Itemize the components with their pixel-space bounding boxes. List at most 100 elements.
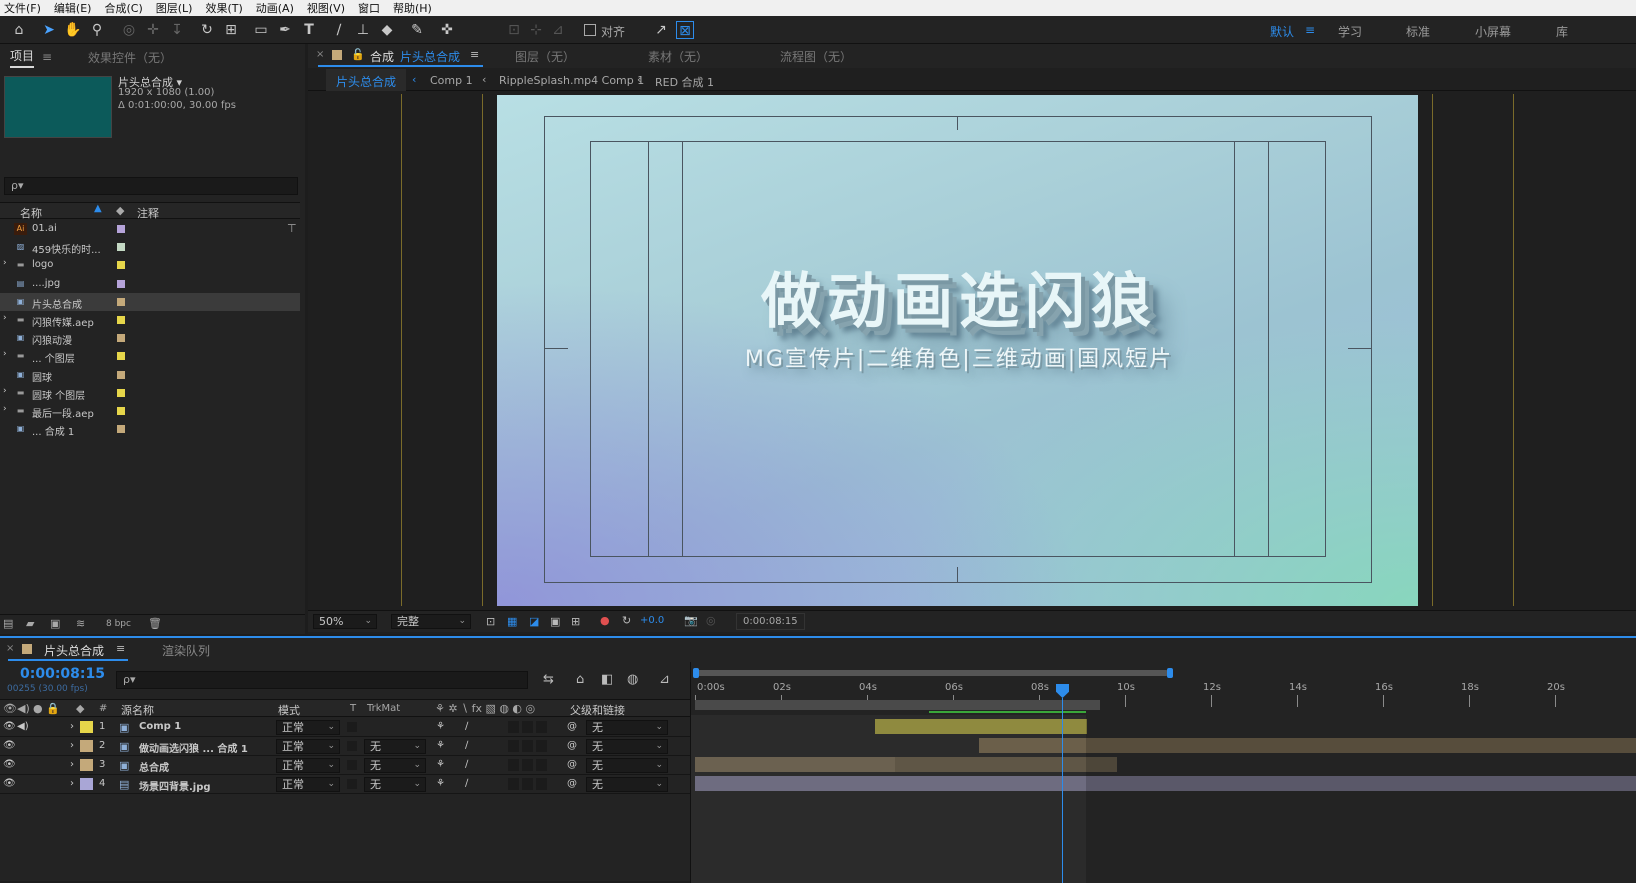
trash-icon[interactable]: 🗑	[148, 617, 162, 630]
project-item[interactable]: ▨ 459快乐的时...	[0, 238, 300, 256]
col-parent[interactable]: 父级和链接	[570, 702, 625, 718]
project-item[interactable]: ▣ 圆球	[0, 366, 300, 384]
menu-item-3[interactable]: 图层(L)	[156, 0, 193, 16]
layer-switch-box[interactable]	[536, 759, 547, 771]
preserve-transparency-checkbox[interactable]	[347, 722, 357, 732]
tab-footage[interactable]: 素材（无）	[648, 48, 708, 65]
navigator-start-handle[interactable]	[693, 668, 699, 678]
label-color-swatch[interactable]	[117, 297, 125, 306]
label-color-swatch[interactable]	[117, 334, 125, 343]
view-axis-icon[interactable]: ⊿	[549, 21, 567, 39]
col-trkmat[interactable]: TrkMat	[367, 703, 400, 714]
menu-item-2[interactable]: 合成(C)	[104, 0, 142, 16]
workspace-small-screen[interactable]: 小屏幕	[1475, 23, 1511, 40]
layer-source-name[interactable]: 总合成	[139, 759, 169, 774]
tab-project[interactable]: 项目 ≡	[10, 46, 52, 68]
composition-viewer[interactable]: 做动画选闪狼 MG宣传片|二维角色|三维动画|国风短片	[497, 95, 1418, 606]
project-item[interactable]: ▣ ... 合成 1	[0, 420, 300, 438]
rotate-tool-icon[interactable]: ↻	[198, 21, 216, 39]
project-search-input[interactable]: ρ▾	[4, 177, 298, 195]
label-color-swatch[interactable]	[117, 352, 125, 361]
label-color-swatch[interactable]	[80, 740, 93, 752]
parent-dropdown[interactable]: 无 ⌄	[586, 758, 668, 773]
layer-bar-1[interactable]	[875, 719, 1087, 734]
exposure-value[interactable]: +0.0	[640, 615, 664, 626]
breadcrumb-active[interactable]: 片头总合成	[326, 69, 407, 91]
expand-chevron-icon[interactable]: ›	[3, 404, 7, 414]
zoom-tool-icon[interactable]: ⚲	[88, 21, 106, 39]
breadcrumb-item-1[interactable]: Comp 1	[430, 74, 473, 87]
workspace-learn[interactable]: 学习	[1338, 23, 1362, 40]
layer-row[interactable]: 👁 › 2 ▣ 做动画选闪狼 ... 合成 1 正常 ⌄ 无 ⌄ ⚘ ∕ @ 无 ⌄	[0, 737, 720, 756]
col-comment[interactable]: 注释	[137, 205, 159, 221]
frame-blending-icon[interactable]: ◍	[627, 672, 638, 687]
preserve-transparency-checkbox[interactable]	[347, 741, 357, 751]
quality-switch-icon[interactable]: ∕	[465, 778, 468, 789]
layer-mode-dropdown[interactable]: 正常 ⌄	[276, 720, 340, 735]
show-snapshot-icon[interactable]: ◎	[706, 614, 716, 627]
mask-visibility-icon[interactable]: ◪	[529, 615, 539, 628]
menu-item-8[interactable]: 帮助(H)	[393, 0, 432, 16]
layer-switch-box[interactable]	[536, 778, 547, 790]
local-axis-icon[interactable]: ⊡	[505, 21, 523, 39]
playhead-line[interactable]	[1062, 698, 1063, 883]
parent-pickwhip-icon[interactable]: @	[567, 721, 577, 732]
tab-comp-prefix[interactable]: 合成	[370, 48, 394, 65]
breadcrumb-item-3[interactable]: RED 合成 1	[655, 74, 714, 90]
snapshot-icon[interactable]: 📷	[684, 614, 698, 627]
close-tab-icon[interactable]: ×	[6, 643, 14, 654]
timeline-menu-icon[interactable]: ≡	[116, 642, 125, 655]
expand-chevron-icon[interactable]: ›	[3, 258, 7, 268]
shy-switch-icon[interactable]: ⚘	[436, 721, 445, 732]
layer-switch-box[interactable]	[522, 778, 533, 790]
layer-source-name[interactable]: 场景四背景.jpg	[139, 778, 211, 793]
video-toggle-icon[interactable]: 👁	[3, 721, 16, 732]
shy-switch-icon[interactable]: ⚘	[436, 740, 445, 751]
region-of-interest-icon[interactable]: ▣	[550, 615, 560, 628]
layer-switch-box[interactable]	[508, 778, 519, 790]
layer-switch-box[interactable]	[536, 721, 547, 733]
work-area-bar[interactable]	[695, 700, 1100, 710]
dolly-camera-icon[interactable]: ↧	[168, 21, 186, 39]
comp-mini-flowchart-icon[interactable]: ⇆	[543, 672, 554, 687]
zoom-dropdown[interactable]: 50% ⌄	[313, 614, 377, 629]
trkmat-dropdown[interactable]: 无 ⌄	[364, 758, 426, 773]
expand-chevron-icon[interactable]: ›	[3, 349, 7, 359]
layer-switch-box[interactable]	[508, 721, 519, 733]
project-item[interactable]: › ▬ 最后一段.aep	[0, 402, 300, 420]
expand-chevron-icon[interactable]: ›	[70, 740, 74, 751]
draft-3d-icon[interactable]: ⌂	[576, 672, 584, 687]
layer-source-name[interactable]: 做动画选闪狼 ... 合成 1	[139, 740, 248, 755]
layer-switch-box[interactable]	[508, 740, 519, 752]
color-channels-icon[interactable]: ●	[600, 614, 610, 627]
video-toggle-icon[interactable]: 👁	[3, 740, 16, 751]
project-item[interactable]: ▣ 闪狼动漫	[0, 329, 300, 347]
parent-pickwhip-icon[interactable]: @	[567, 759, 577, 770]
timeline-search-input[interactable]: ρ▾	[116, 671, 528, 689]
tab-timeline-comp[interactable]: 片头总合成	[44, 642, 104, 659]
lock-icon[interactable]: 🔓	[351, 48, 365, 61]
menu-item-1[interactable]: 编辑(E)	[54, 0, 92, 16]
shy-switch-icon[interactable]: ⚘	[436, 778, 445, 789]
new-composition-icon[interactable]: ▣	[50, 617, 60, 630]
layer-source-name[interactable]: Comp 1	[139, 721, 181, 732]
trkmat-dropdown[interactable]: 无 ⌄	[364, 739, 426, 754]
preserve-transparency-checkbox[interactable]	[347, 779, 357, 789]
label-tag-icon[interactable]: ◆	[116, 204, 124, 217]
interpret-footage-icon[interactable]: ▤	[3, 617, 13, 630]
layer-row[interactable]: 👁 › 3 ▣ 总合成 正常 ⌄ 无 ⌄ ⚘ ∕ @ 无 ⌄	[0, 756, 720, 775]
graph-editor-icon[interactable]: ⊿	[659, 672, 670, 687]
type-tool-icon[interactable]: T	[300, 21, 318, 39]
snap-icon[interactable]: ↗	[652, 21, 670, 39]
layer-switch-box[interactable]	[522, 740, 533, 752]
label-color-swatch[interactable]	[117, 225, 125, 233]
navigator-end-handle[interactable]	[1167, 668, 1173, 678]
current-timecode[interactable]: 0:00:08:15	[20, 666, 105, 682]
label-color-swatch[interactable]	[80, 778, 93, 790]
expand-chevron-icon[interactable]: ›	[70, 721, 74, 732]
bit-depth[interactable]: 8 bpc	[106, 619, 131, 629]
audio-toggle-icon[interactable]: ◀)	[17, 721, 29, 732]
parent-pickwhip-icon[interactable]: @	[567, 778, 577, 789]
parent-dropdown[interactable]: 无 ⌄	[586, 720, 668, 735]
preserve-transparency-checkbox[interactable]	[347, 760, 357, 770]
